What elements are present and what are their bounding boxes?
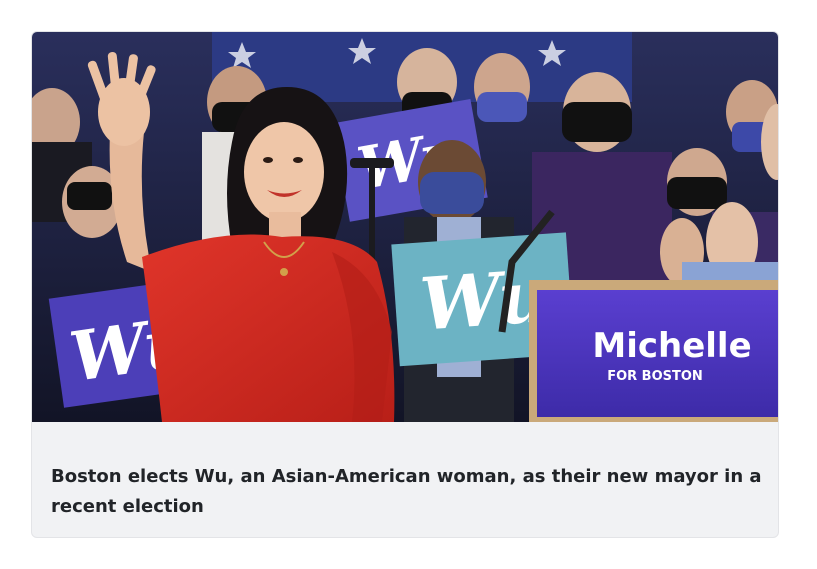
podium-name: Michelle	[592, 326, 751, 366]
podium-subtitle: FOR BOSTON	[607, 369, 703, 384]
news-card[interactable]: Wu Wu Wu Michelle FOR BOSTON Boston elec…	[31, 31, 779, 538]
article-caption[interactable]: Boston elects Wu, an Asian-American woma…	[51, 462, 766, 522]
news-photo: Wu Wu Wu Michelle FOR BOSTON	[32, 32, 778, 422]
